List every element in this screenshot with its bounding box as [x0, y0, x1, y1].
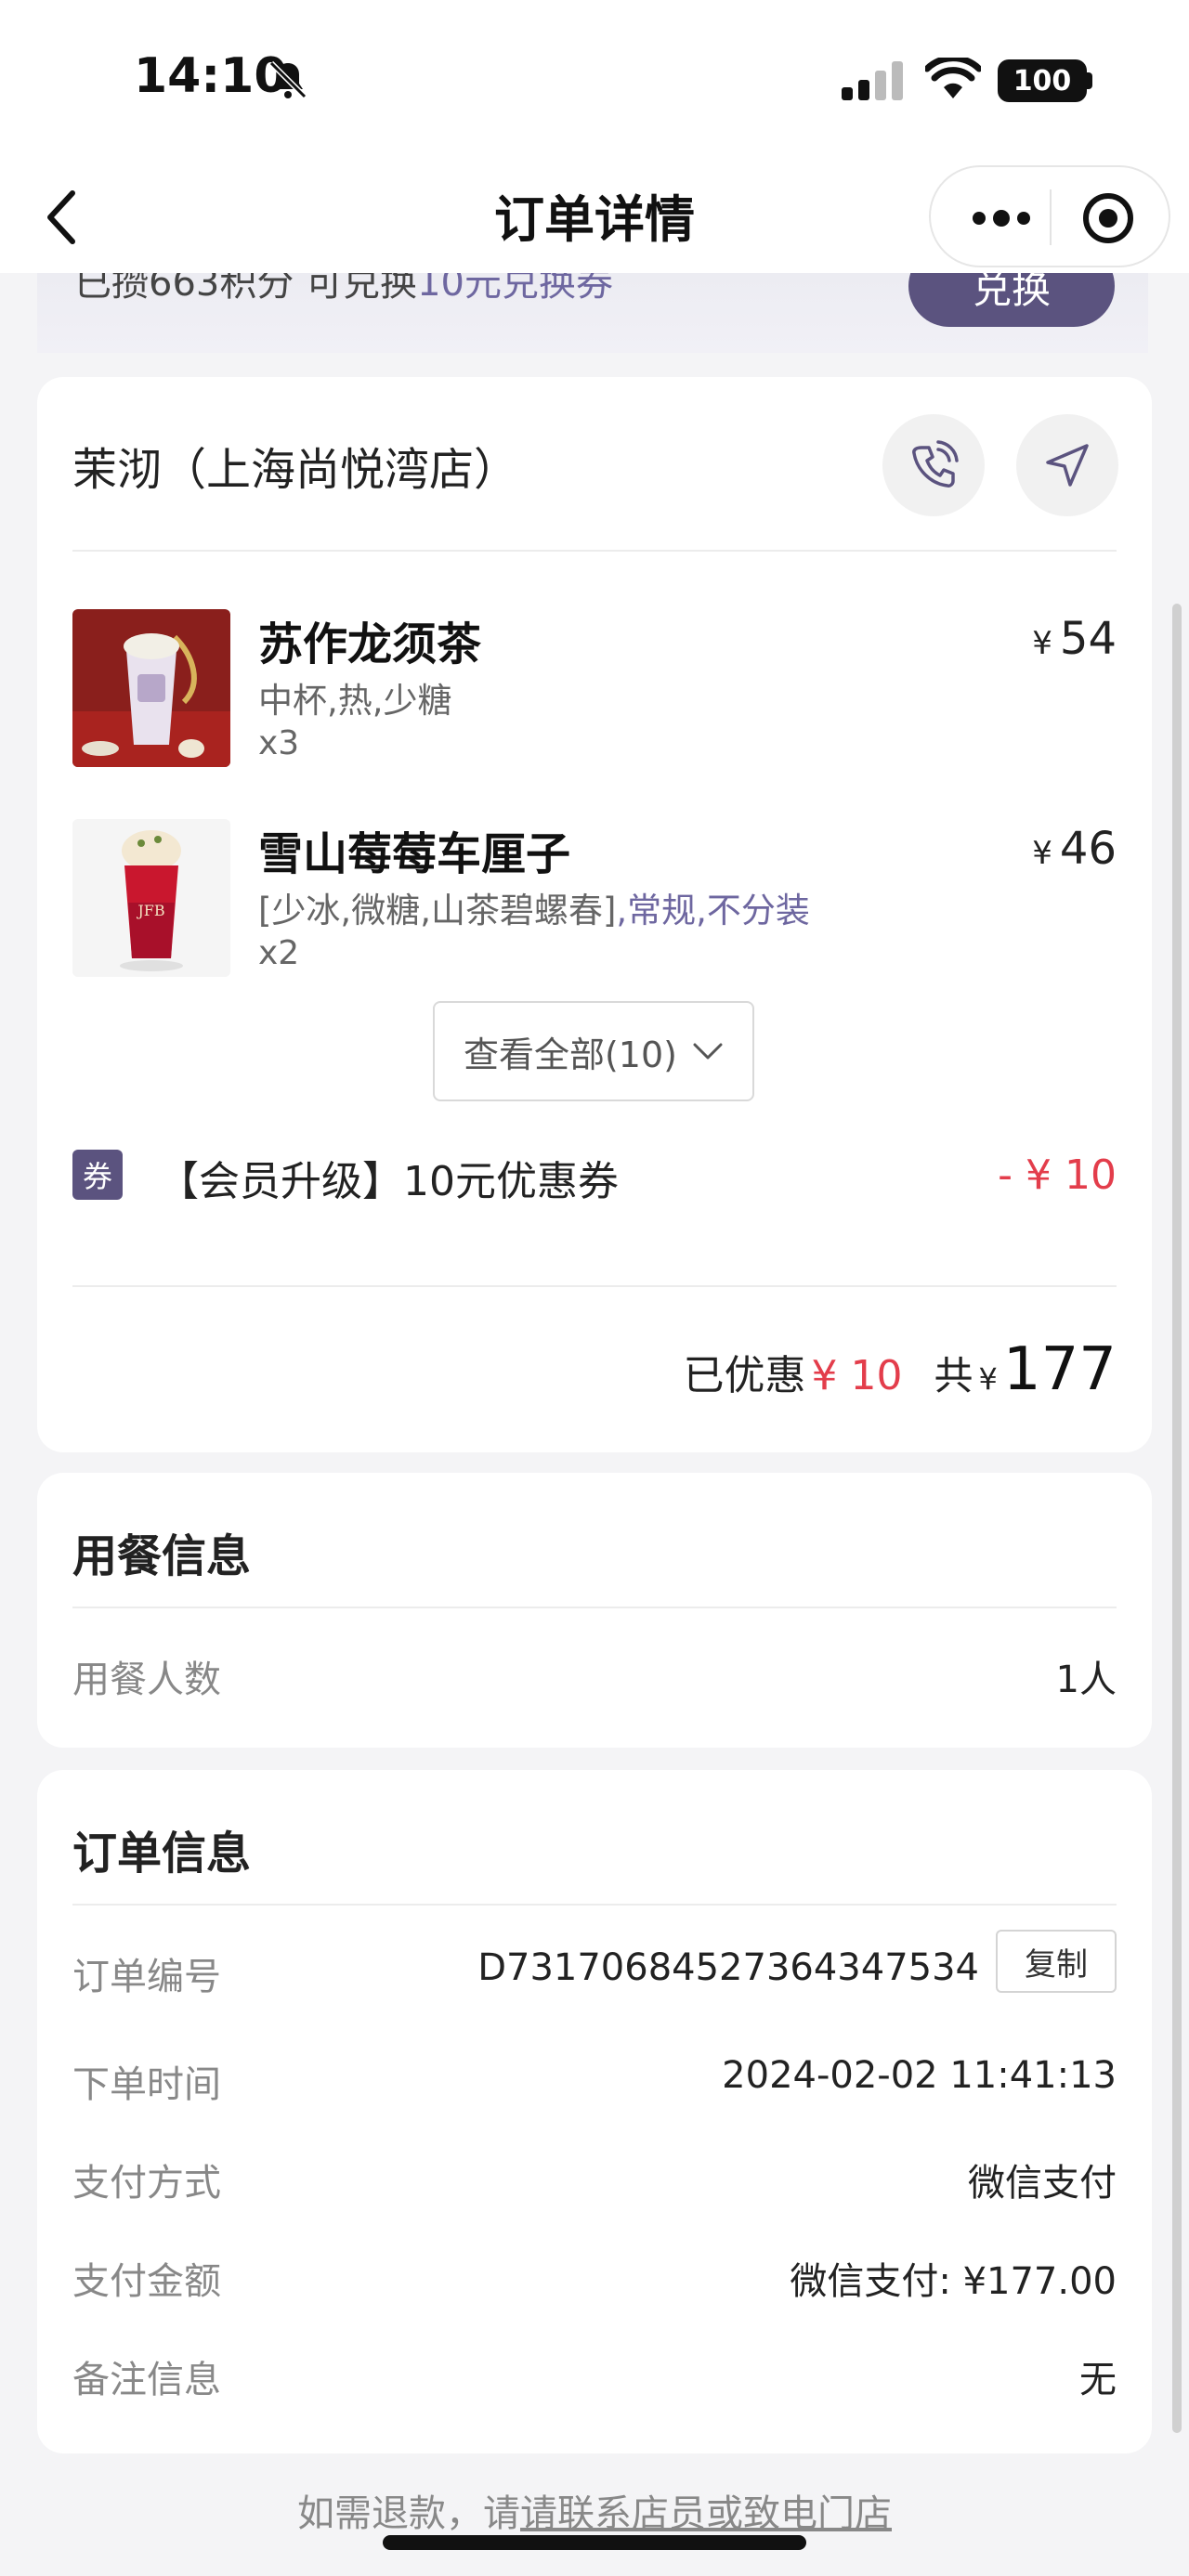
nav-bar: 订单详情 [0, 158, 1189, 273]
info-row: 支付金额 微信支付: ¥177.00 [72, 2251, 1117, 2307]
item-qty: x3 [258, 724, 300, 762]
price-value: 54 [1059, 613, 1117, 665]
info-label: 下单时间 [72, 2063, 221, 2106]
capsule-divider [1050, 189, 1052, 245]
total-value: 177 [1002, 1335, 1117, 1404]
info-label: 订单编号 [72, 1956, 221, 1998]
status-time: 14:10 [134, 48, 288, 104]
price-symbol: ¥ [1032, 625, 1052, 662]
svg-text:JFB: JFB [136, 902, 164, 919]
refund-note: 如需退款，请请联系店员或致电门店 [0, 2483, 1189, 2537]
info-value: 1人 [1055, 1659, 1117, 1701]
dining-info-card: 用餐信息 用餐人数 1人 [37, 1473, 1152, 1748]
coupon-amount: - ¥ 10 [998, 1151, 1117, 1199]
copy-button[interactable]: 复制 [996, 1930, 1117, 1993]
item-spec: 中杯,热,少糖 [258, 681, 452, 721]
item-spec: [少冰,微糖,山茶碧螺春],常规,不分装 [258, 882, 810, 932]
mini-program-capsule [929, 165, 1170, 267]
order-items-card: 茉沏（上海尚悦湾店） 苏作龙须茶 中杯,热,少糖 x3 ¥ 54 JFB 雪山莓… [37, 377, 1152, 1452]
section-title: 订单信息 [72, 1828, 252, 1880]
divider [72, 1904, 1117, 1906]
info-label: 支付金额 [72, 2260, 221, 2303]
refund-note-prefix: 如需退款，请 [297, 2492, 520, 2535]
order-info-card: 订单信息 订单编号 D7317068452736434753​4 复制 下单时间… [37, 1770, 1152, 2453]
navigation-arrow-icon [1046, 444, 1089, 487]
info-label: 用餐人数 [72, 1659, 221, 1701]
navigate-store-button[interactable] [1016, 414, 1118, 516]
order-item: 苏作龙须茶 中杯,热,少糖 x3 ¥54 [72, 609, 1117, 776]
promo-text-highlight: 10元兑换券 [417, 273, 613, 305]
home-indicator [383, 2535, 806, 2550]
battery-indicator: 100 [998, 59, 1087, 102]
info-row-order-no: 订单编号 D7317068452736434753​4 复制 [72, 1930, 1117, 2002]
item-name: 苏作龙须茶 [258, 618, 482, 670]
item-price: ¥54 [1032, 613, 1117, 665]
promo-text: 已攒663积分 可兑换10元兑换券 [74, 273, 613, 306]
divider [72, 1607, 1117, 1608]
status-bar: 14:10 100 [0, 0, 1189, 158]
item-name: 雪山莓莓车厘子 [258, 828, 571, 880]
item-image-longxu-tea [72, 609, 230, 767]
contact-store-link[interactable]: 请联系店员或致电门店 [520, 2492, 892, 2535]
promo-text-prefix: 已攒663积分 可兑换 [74, 273, 418, 305]
price-value: 46 [1059, 823, 1117, 875]
item-image-snow-berry: JFB [72, 819, 230, 977]
store-name: 茉沏（上海尚悦湾店） [72, 444, 519, 496]
chevron-down-icon [693, 1043, 723, 1060]
wifi-icon [925, 58, 981, 98]
info-value: 2024-02-02 11:41:13 [722, 2054, 1117, 2097]
item-spec-highlight: ,常规,不分装 [616, 891, 810, 930]
info-value: 微信支付 [968, 2162, 1117, 2205]
bell-off-icon [268, 60, 307, 99]
coupon-name: 【会员升级】10元优惠券 [158, 1158, 619, 1205]
discount-value: ¥ 10 [811, 1352, 903, 1399]
item-qty: x2 [258, 934, 300, 972]
total-symbol: ¥ [978, 1361, 998, 1397]
coupon-row: 券 【会员升级】10元优惠券 - ¥ 10 [72, 1144, 1117, 1205]
divider [72, 1285, 1117, 1287]
points-promo-strip: 已攒663积分 可兑换10元兑换券 兑换 [37, 273, 1148, 353]
view-all-label: 查看全部(10) [463, 1034, 677, 1075]
total-prefix: 共 [934, 1353, 973, 1399]
signal-icon [842, 61, 903, 100]
more-dots-icon[interactable] [968, 195, 1035, 241]
redeem-button[interactable]: 兑换 [908, 273, 1115, 327]
scrollbar[interactable] [1172, 604, 1182, 2433]
item-price: ¥46 [1032, 823, 1117, 875]
section-title: 用餐信息 [72, 1530, 252, 1582]
info-label: 支付方式 [72, 2162, 221, 2205]
view-all-button[interactable]: 查看全部(10) [433, 1001, 754, 1101]
info-row: 备注信息 无 [72, 2349, 1117, 2405]
order-number: D7317068452736434753​4 [477, 1946, 979, 1989]
info-row: 用餐人数 1人 [72, 1649, 1117, 1705]
divider [72, 550, 1117, 552]
discount-label: 已优惠 [683, 1352, 806, 1399]
order-item: JFB 雪山莓莓车厘子 [少冰,微糖,山茶碧螺春],常规,不分装 x2 ¥46 [72, 819, 1117, 986]
battery-tip [1087, 72, 1092, 89]
info-row: 下单时间 2024-02-02 11:41:13 [72, 2054, 1117, 2110]
info-row: 支付方式 微信支付 [72, 2153, 1117, 2208]
order-total: 已优惠 ¥ 10 共 ¥ 177 [684, 1335, 1117, 1410]
item-spec-main: [少冰,微糖,山茶碧螺春] [258, 891, 617, 930]
phone-icon [912, 440, 959, 488]
info-label: 备注信息 [72, 2359, 221, 2401]
coupon-badge: 券 [72, 1150, 123, 1200]
info-value: 微信支付: ¥177.00 [790, 2260, 1117, 2303]
price-symbol: ¥ [1032, 835, 1052, 872]
close-target-icon[interactable] [1081, 191, 1135, 245]
call-store-button[interactable] [882, 414, 985, 516]
info-value: 无 [1079, 2359, 1117, 2401]
